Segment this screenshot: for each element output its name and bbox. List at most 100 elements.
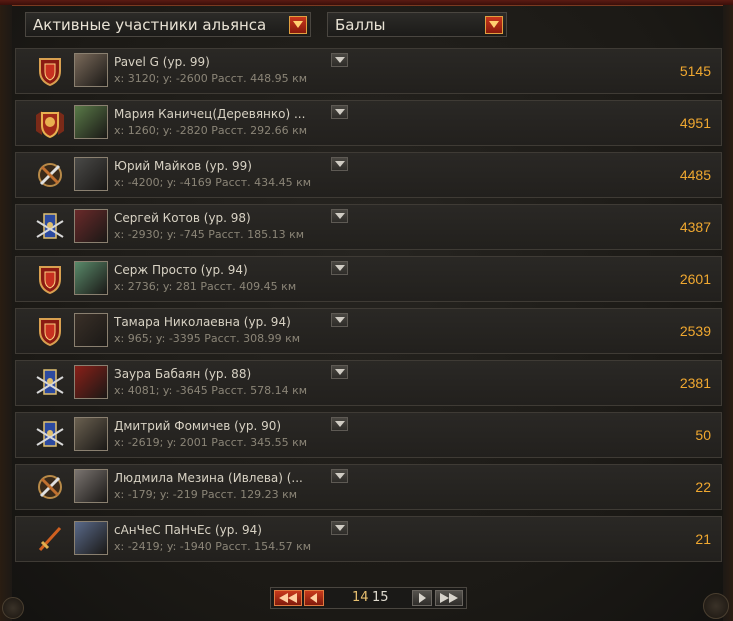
member-name[interactable]: Серж Просто (ур. 94) [114,263,248,277]
chevron-down-icon [334,525,345,531]
page-15-link[interactable]: 15 [372,590,389,605]
member-score: 2381 [679,375,711,391]
right-frame-edge [723,5,733,621]
corner-ornament [703,593,729,619]
member-menu-button[interactable] [331,313,348,327]
member-menu-button[interactable] [331,365,348,379]
member-score: 2601 [679,271,711,287]
member-score: 5145 [679,63,711,79]
member-row[interactable]: Людмила Мезина (Ивлева) (... x: -179; y: … [15,464,722,510]
lion-crest-rank-icon [34,107,66,139]
avatar[interactable] [74,469,108,503]
banner-swords-rank-icon [34,211,66,243]
avatar[interactable] [74,157,108,191]
member-name[interactable]: Тамара Николаевна (ур. 94) [114,315,291,329]
crossed-swords-rank-icon [34,471,66,503]
member-row[interactable]: Мария Каничец(Деревянко) ... x: 1260; y: … [15,100,722,146]
member-name[interactable]: Людмила Мезина (Ивлева) (... [114,471,303,485]
last-page-button[interactable] [435,590,463,606]
first-page-button[interactable] [274,590,302,606]
member-menu-button[interactable] [331,521,348,535]
member-name[interactable]: Pavel G (ур. 99) [114,55,210,69]
member-row[interactable]: Заура Бабаян (ур. 88) x: 4081; y: -3645 Р… [15,360,722,406]
member-row[interactable]: сАнЧеС ПаНчЕс (ур. 94) x: -2419; y: -1940… [15,516,722,562]
member-name[interactable]: Сергей Котов (ур. 98) [114,211,251,225]
member-menu-button[interactable] [331,53,348,67]
member-coords: x: 2736; y: 281 Расст. 409.45 км [114,280,297,293]
member-score: 4951 [679,115,711,131]
member-score: 2539 [679,323,711,339]
member-menu-button[interactable] [331,157,348,171]
dropdown-arrow-icon[interactable] [289,15,307,34]
avatar[interactable] [74,53,108,87]
shield-rank-icon [34,315,66,347]
current-page: 14 [352,590,369,605]
member-coords: x: 965; y: -3395 Расст. 308.99 км [114,332,301,345]
left-frame-edge [0,5,12,621]
double-right-arrow-icon [440,593,458,603]
shield-rank-icon [34,55,66,87]
member-menu-button[interactable] [331,417,348,431]
avatar[interactable] [74,365,108,399]
chevron-down-icon [334,213,345,219]
member-row[interactable]: Тамара Николаевна (ур. 94) x: 965; y: -33… [15,308,722,354]
member-row[interactable]: Pavel G (ур. 99) x: 3120; y: -2600 Расст.… [15,48,722,94]
member-coords: x: -4200; y: -4169 Расст. 434.45 км [114,176,312,189]
avatar[interactable] [74,209,108,243]
chevron-down-icon [334,265,345,271]
avatar[interactable] [74,313,108,347]
member-coords: x: -2930; y: -745 Расст. 185.13 км [114,228,305,241]
sort-dropdown[interactable]: Баллы [327,12,507,37]
member-coords: x: 3120; y: -2600 Расст. 448.95 км [114,72,308,85]
member-score: 50 [695,427,711,443]
member-name[interactable]: сАнЧеС ПаНчЕс (ур. 94) [114,523,262,537]
member-score: 4387 [679,219,711,235]
shield-rank-icon [34,263,66,295]
double-left-arrow-icon [279,593,297,603]
member-menu-button[interactable] [331,209,348,223]
chevron-down-icon [334,421,345,427]
top-border [0,0,733,6]
crossed-swords-rank-icon [34,159,66,191]
member-row[interactable]: Сергей Котов (ур. 98) x: -2930; y: -745 Р… [15,204,722,250]
member-coords: x: 4081; y: -3645 Расст. 578.14 км [114,384,308,397]
member-score: 22 [695,479,711,495]
sword-rank-icon [34,523,66,555]
member-menu-button[interactable] [331,105,348,119]
banner-swords-rank-icon [34,367,66,399]
member-coords: x: -2419; y: -1940 Расст. 154.57 км [114,540,312,553]
left-arrow-icon [310,593,317,603]
avatar[interactable] [74,417,108,451]
prev-page-button[interactable] [304,590,324,606]
right-arrow-icon [419,593,426,603]
chevron-down-icon [334,473,345,479]
member-name[interactable]: Заура Бабаян (ур. 88) [114,367,251,381]
members-filter-label: Активные участники альянса [33,15,267,34]
member-score: 4485 [679,167,711,183]
members-filter-dropdown[interactable]: Активные участники альянса [25,12,311,37]
member-row[interactable]: Дмитрий Фомичев (ур. 90) x: -2619; y: 200… [15,412,722,458]
avatar[interactable] [74,105,108,139]
member-name[interactable]: Дмитрий Фомичев (ур. 90) [114,419,281,433]
member-coords: x: -2619; y: 2001 Расст. 345.55 км [114,436,308,449]
dropdown-arrow-icon[interactable] [485,15,503,34]
member-menu-button[interactable] [331,469,348,483]
chevron-down-icon [334,57,345,63]
avatar[interactable] [74,521,108,555]
sort-label: Баллы [335,15,386,34]
chevron-down-icon [334,109,345,115]
chevron-down-icon [334,161,345,167]
member-name[interactable]: Мария Каничец(Деревянко) ... [114,107,305,121]
member-row[interactable]: Юрий Майков (ур. 99) x: -4200; y: -4169 Р… [15,152,722,198]
member-row[interactable]: Серж Просто (ур. 94) x: 2736; y: 281 Расс… [15,256,722,302]
member-coords: x: -179; y: -219 Расст. 129.23 км [114,488,298,501]
member-score: 21 [695,531,711,547]
pagination: 14 15 [270,587,467,609]
corner-ornament [2,597,24,619]
avatar[interactable] [74,261,108,295]
member-menu-button[interactable] [331,261,348,275]
banner-swords-rank-icon [34,419,66,451]
next-page-button[interactable] [412,590,432,606]
chevron-down-icon [334,369,345,375]
member-name[interactable]: Юрий Майков (ур. 99) [114,159,252,173]
